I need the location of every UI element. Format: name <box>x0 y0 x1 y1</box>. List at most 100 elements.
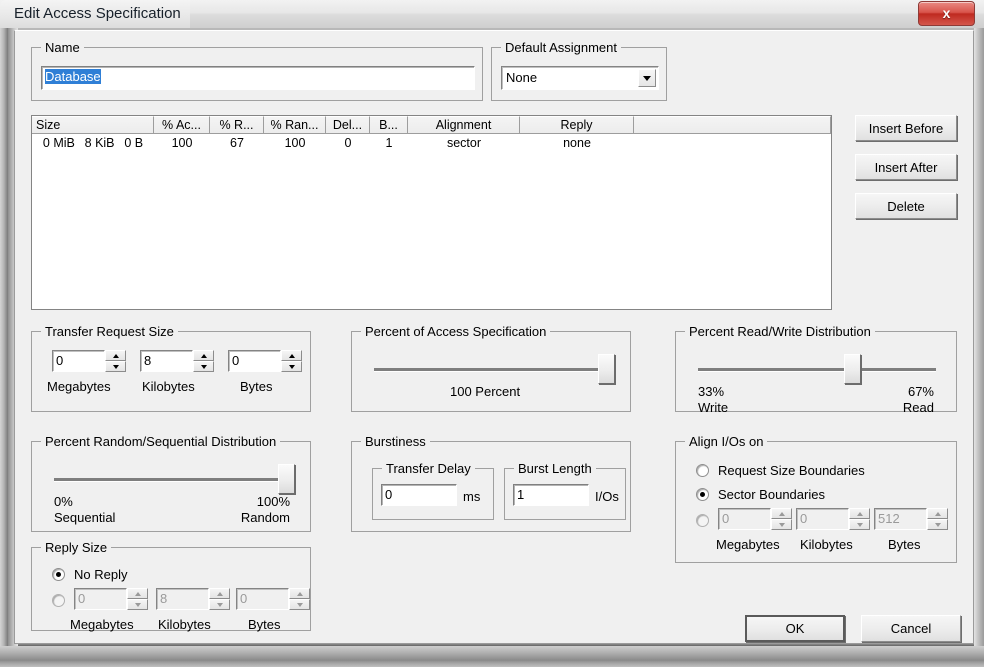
spinner-down-icon <box>849 519 870 530</box>
spinner-down-icon[interactable] <box>193 361 214 372</box>
cell-size-mib: 0 MiB <box>42 136 75 150</box>
cell-blank <box>634 134 831 152</box>
transfer-bytes-value[interactable]: 0 <box>228 350 281 372</box>
read-write-distribution-group: Percent Read/Write Distribution 33% Writ… <box>675 324 957 415</box>
spinner-up-icon <box>289 588 310 599</box>
insert-before-button[interactable]: Insert Before <box>855 115 957 141</box>
edit-access-specification-dialog: Edit Access Specification x Name Databas… <box>0 0 984 660</box>
align-kilobytes-buttons <box>849 508 870 530</box>
spinner-down-icon <box>209 599 230 610</box>
table-col-percent-random[interactable]: % Ran... <box>264 116 326 134</box>
cell-size-kib: 8 KiB <box>84 136 115 150</box>
chevron-down-icon[interactable] <box>638 69 656 87</box>
percent-access-value-label: 100 Percent <box>450 384 521 399</box>
name-group: Name Database <box>31 40 483 101</box>
reply-bytes-value: 0 <box>236 588 289 610</box>
radio-reply-size-custom[interactable] <box>52 594 65 607</box>
delete-button[interactable]: Delete <box>855 193 957 219</box>
align-megabytes-stepper: 0 <box>718 508 792 530</box>
random-sequential-slider-track[interactable] <box>54 478 290 481</box>
random-label: Random <box>240 510 290 525</box>
cancel-button[interactable]: Cancel <box>861 615 961 642</box>
table-col-size[interactable]: Size <box>32 116 154 134</box>
spinner-up-icon <box>771 508 792 519</box>
percent-access-slider-thumb[interactable] <box>598 354 615 384</box>
random-sequential-slider-thumb[interactable] <box>278 464 295 494</box>
dialog-client-area: Name Database Default Assignment None Si… <box>14 30 974 644</box>
name-group-title: Name <box>41 40 84 55</box>
cell-delay: 0 <box>344 136 352 150</box>
write-label: Write <box>698 400 729 415</box>
table-col-alignment[interactable]: Alignment <box>408 116 520 134</box>
reply-bytes-buttons <box>289 588 310 610</box>
insert-before-label: Insert Before <box>868 120 944 136</box>
transfer-megabytes-stepper[interactable]: 0 <box>52 350 126 372</box>
align-kilobytes-label: Kilobytes <box>800 537 853 552</box>
cell-percent-access: 100 <box>171 136 193 150</box>
percent-access-spec-title: Percent of Access Specification <box>361 324 551 339</box>
window-frame-right <box>974 28 984 660</box>
table-col-blank[interactable] <box>634 116 831 134</box>
table-col-burst[interactable]: B... <box>370 116 408 134</box>
transfer-delay-input[interactable]: 0 <box>381 484 457 506</box>
read-write-slider-thumb[interactable] <box>844 354 861 384</box>
access-spec-table[interactable]: Size % Ac... % R... % Ran... Del... B...… <box>31 115 832 310</box>
reply-megabytes-value: 0 <box>74 588 127 610</box>
transfer-request-size-group: Transfer Request Size 0 Megabytes 8 Kilo… <box>31 324 311 412</box>
radio-sector-boundaries[interactable] <box>696 488 709 501</box>
insert-after-button[interactable]: Insert After <box>855 154 957 180</box>
transfer-bytes-stepper[interactable]: 0 <box>228 350 302 372</box>
table-col-percent-read[interactable]: % R... <box>210 116 264 134</box>
spinner-up-icon <box>927 508 948 519</box>
cell-burst: 1 <box>385 136 393 150</box>
ok-button[interactable]: OK <box>745 615 845 642</box>
radio-request-size-boundaries[interactable] <box>696 464 709 477</box>
transfer-delay-group: Transfer Delay 0 ms <box>372 461 494 520</box>
radio-no-reply[interactable] <box>52 568 65 581</box>
read-write-slider-track[interactable] <box>698 368 936 371</box>
transfer-megabytes-buttons[interactable] <box>105 350 126 372</box>
table-col-percent-access[interactable]: % Ac... <box>154 116 210 134</box>
spinner-down-icon[interactable] <box>105 361 126 372</box>
align-kilobytes-stepper: 0 <box>796 508 870 530</box>
close-button[interactable]: x <box>918 1 975 26</box>
transfer-kilobytes-stepper[interactable]: 8 <box>140 350 214 372</box>
spinner-up-icon[interactable] <box>105 350 126 361</box>
align-bytes-label: Bytes <box>888 537 921 552</box>
default-assignment-select[interactable]: None <box>501 66 659 90</box>
cell-size-b: 0 B <box>124 136 144 150</box>
table-col-delay[interactable]: Del... <box>326 116 370 134</box>
write-percent-label: 33% <box>698 384 725 399</box>
table-col-reply[interactable]: Reply <box>520 116 634 134</box>
table-row[interactable]: 0 MiB 8 KiB 0 B 100 67 100 0 1 sector no… <box>32 134 831 152</box>
align-megabytes-label: Megabytes <box>716 537 780 552</box>
transfer-request-size-title: Transfer Request Size <box>41 324 178 339</box>
burst-length-input[interactable]: 1 <box>513 484 589 506</box>
reply-size-group: Reply Size No Reply 0 Megabytes 8 Kiloby… <box>31 540 311 632</box>
transfer-bytes-buttons[interactable] <box>281 350 302 372</box>
radio-request-size-boundaries-label: Request Size Boundaries <box>718 463 865 478</box>
spinner-up-icon <box>127 588 148 599</box>
burst-length-group: Burst Length 1 I/Os <box>504 461 626 520</box>
name-input[interactable]: Database <box>41 66 475 90</box>
sequential-label: Sequential <box>54 510 116 525</box>
sequential-percent-label: 0% <box>54 494 73 509</box>
transfer-kilobytes-buttons[interactable] <box>193 350 214 372</box>
reply-megabytes-buttons <box>127 588 148 610</box>
align-ios-title: Align I/Os on <box>685 434 768 449</box>
spinner-down-icon <box>771 519 792 530</box>
spinner-down-icon[interactable] <box>281 361 302 372</box>
radio-custom-boundaries[interactable] <box>696 514 709 527</box>
percent-access-slider-track[interactable] <box>374 368 610 371</box>
spinner-up-icon[interactable] <box>193 350 214 361</box>
transfer-megabytes-value[interactable]: 0 <box>52 350 105 372</box>
reply-kilobytes-value: 8 <box>156 588 209 610</box>
insert-after-label: Insert After <box>874 159 938 175</box>
random-sequential-group: Percent Random/Sequential Distribution 0… <box>31 434 311 532</box>
reply-bytes-stepper: 0 <box>236 588 310 610</box>
title-bar[interactable]: Edit Access Specification x <box>0 0 984 28</box>
align-megabytes-buttons <box>771 508 792 530</box>
transfer-kilobytes-value[interactable]: 8 <box>140 350 193 372</box>
reply-kilobytes-buttons <box>209 588 230 610</box>
spinner-up-icon[interactable] <box>281 350 302 361</box>
